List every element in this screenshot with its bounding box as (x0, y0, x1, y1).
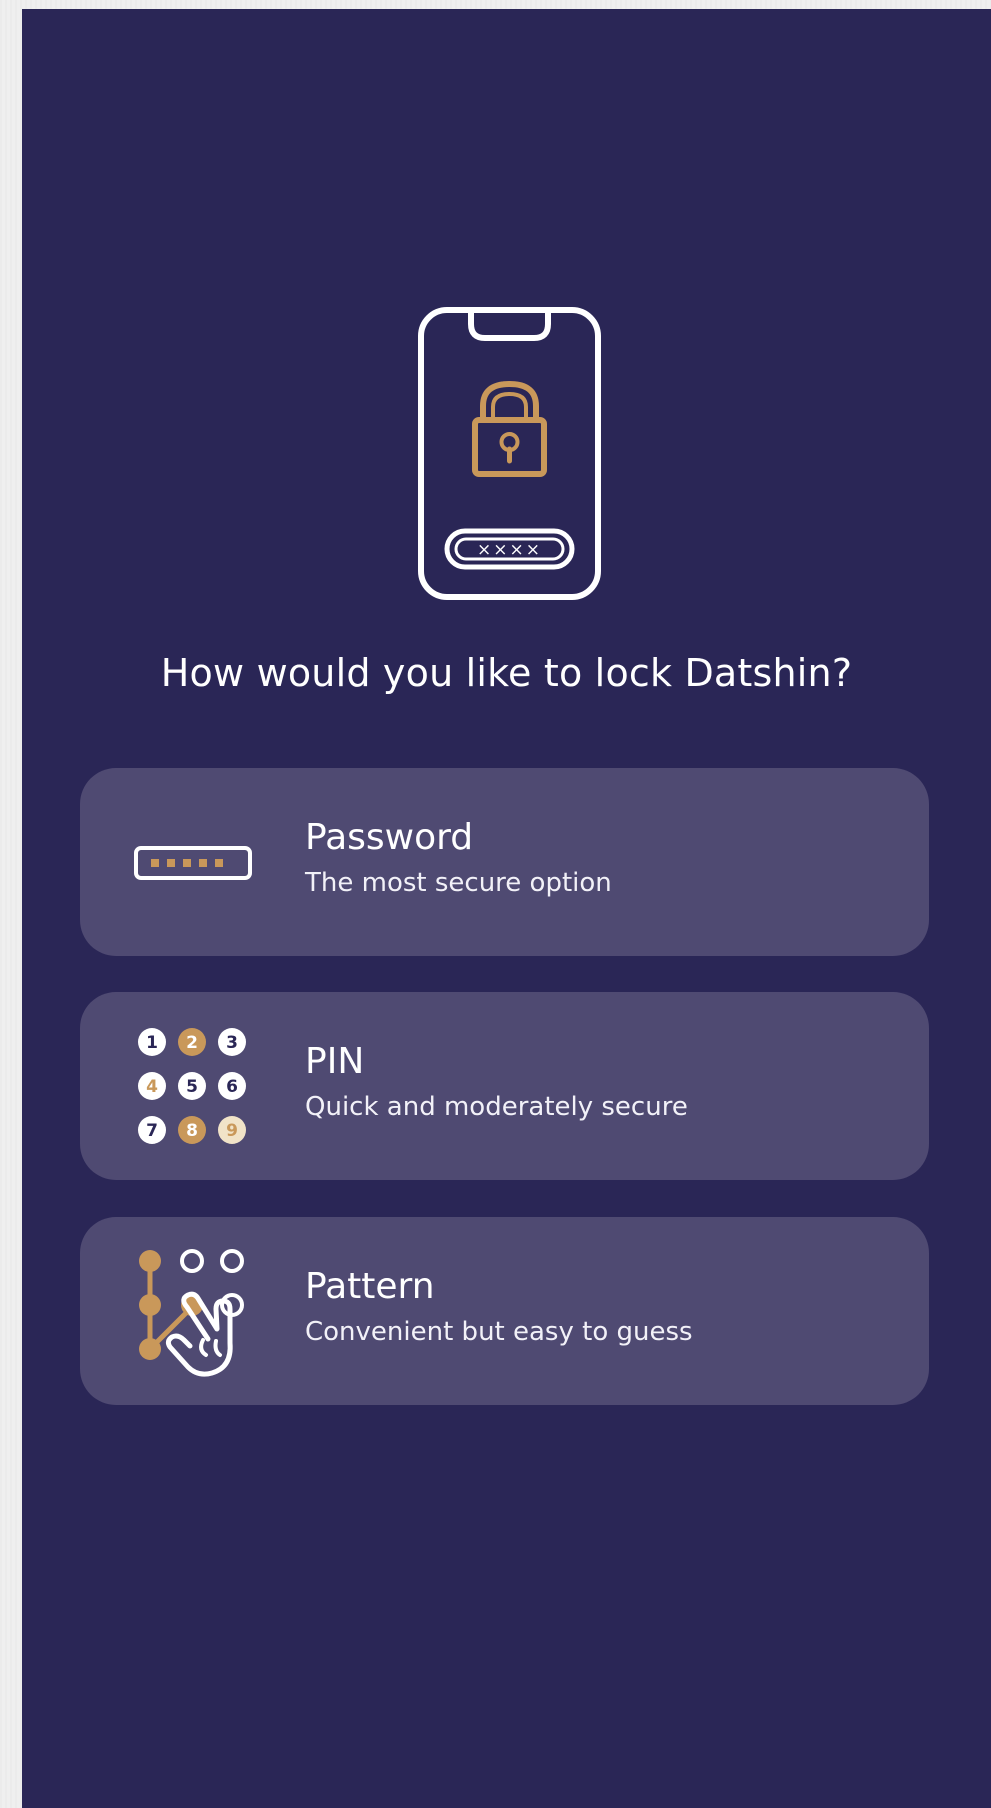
option-pin-text: PIN Quick and moderately secure (305, 1040, 688, 1124)
pin-digit-9: 9 (226, 1121, 238, 1141)
page-frame: ×××× How would you like to lock Datshin?… (0, 0, 991, 1808)
pin-digit-2: 2 (186, 1033, 198, 1053)
option-pin[interactable]: 1 2 3 4 5 6 7 8 9 PIN Quick and moderate… (80, 992, 929, 1180)
option-description: The most secure option (305, 868, 612, 898)
option-label: Pattern (305, 1266, 435, 1307)
pin-digit-3: 3 (226, 1033, 238, 1053)
option-pattern-text: Pattern Convenient but easy to guess (305, 1265, 693, 1349)
pin-digit-4: 4 (146, 1077, 158, 1097)
option-password-text: Password The most secure option (305, 816, 612, 900)
option-description: Quick and moderately secure (305, 1092, 688, 1122)
option-password[interactable]: Password The most secure option (80, 768, 929, 956)
pattern-gesture-icon (139, 1249, 244, 1377)
option-label: Password (305, 817, 474, 858)
pin-digit-5: 5 (186, 1077, 198, 1097)
pin-digit-8: 8 (186, 1121, 198, 1141)
pin-digit-7: 7 (146, 1121, 158, 1141)
option-label: PIN (305, 1041, 365, 1082)
lock-method-screen: ×××× How would you like to lock Datshin?… (22, 9, 991, 1808)
option-pattern[interactable]: Pattern Convenient but easy to guess (80, 1217, 929, 1405)
pin-digit-6: 6 (226, 1077, 238, 1097)
pin-keypad-icon: 1 2 3 4 5 6 7 8 9 (138, 1028, 246, 1144)
option-description: Convenient but easy to guess (305, 1317, 693, 1347)
password-field-icon (134, 846, 252, 880)
pin-mask-text: ×××× (477, 540, 542, 560)
phone-lock-icon: ×××× (418, 307, 601, 600)
page-title: How would you like to lock Datshin? (160, 651, 853, 695)
pin-digit-1: 1 (146, 1033, 158, 1053)
